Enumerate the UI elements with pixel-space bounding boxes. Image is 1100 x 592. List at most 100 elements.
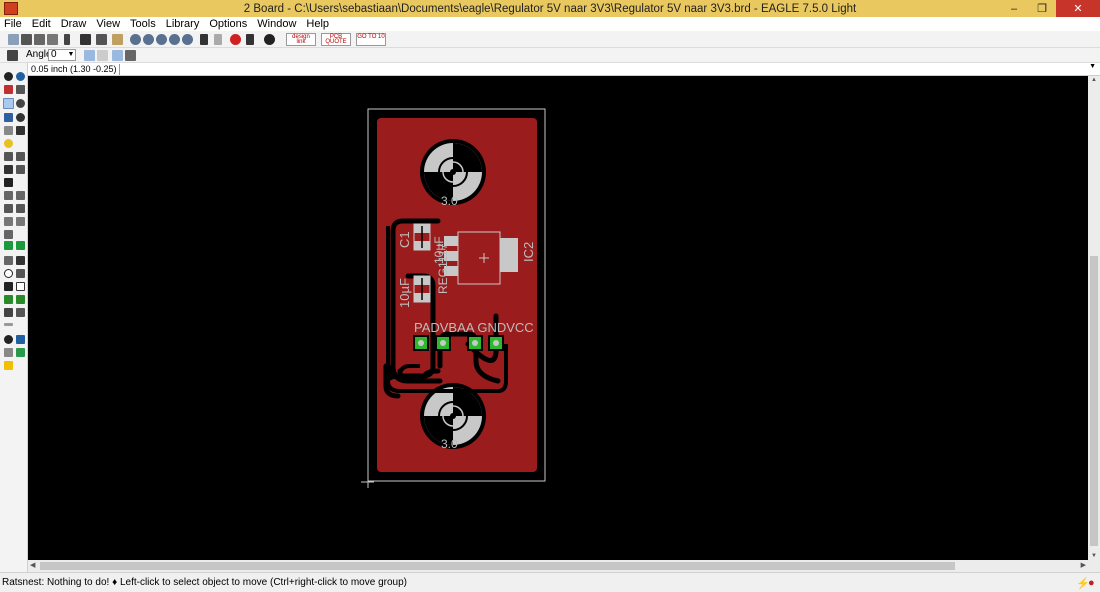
layer-icon[interactable] — [96, 34, 107, 45]
pinswap-icon[interactable] — [4, 165, 13, 174]
command-bar: 0.05 inch (1.30 -0.25) ▼ — [0, 63, 1100, 76]
cam-icon[interactable] — [47, 34, 58, 45]
stop-icon[interactable]: ● — [1088, 577, 1095, 589]
menu-edit[interactable]: Edit — [32, 18, 51, 30]
menu-help[interactable]: Help — [306, 18, 329, 30]
polygon-icon[interactable] — [16, 282, 25, 291]
run-ulp-icon[interactable] — [80, 34, 91, 45]
text-icon[interactable] — [16, 256, 25, 265]
vertical-scroll-thumb[interactable] — [1090, 256, 1098, 546]
maximize-button[interactable]: ❐ — [1028, 0, 1056, 17]
menu-tools[interactable]: Tools — [130, 18, 156, 30]
spin-tool-icon[interactable] — [16, 113, 25, 122]
chevron-down-icon[interactable]: ▼ — [1091, 553, 1097, 559]
stop-icon[interactable] — [230, 34, 241, 45]
board-icon[interactable] — [112, 34, 123, 45]
circle-icon[interactable] — [4, 269, 13, 278]
chevron-down-icon[interactable]: ▼ — [1089, 63, 1096, 70]
drc-icon[interactable] — [16, 348, 25, 357]
menu-view[interactable]: View — [96, 18, 120, 30]
zoom-redraw-icon[interactable] — [169, 34, 180, 45]
replace-icon[interactable] — [16, 165, 25, 174]
route-icon[interactable] — [4, 217, 13, 226]
auto-icon[interactable] — [16, 335, 25, 344]
help-icon[interactable] — [264, 34, 275, 45]
chevron-down-icon[interactable]: ▼ — [66, 49, 76, 61]
erc-icon[interactable] — [4, 348, 13, 357]
display-icon[interactable] — [4, 85, 13, 94]
horizontal-scrollbar[interactable]: ◀ ▶ — [28, 560, 1088, 572]
rect-icon[interactable] — [4, 282, 13, 291]
pcb-drawing[interactable]: 3.0 3.0 C1 10µF 10µF REG1117 IC2 PADVBAA… — [28, 76, 1088, 560]
close-button[interactable]: ✕ — [1056, 0, 1100, 17]
ratio-icon[interactable] — [112, 50, 123, 61]
add-icon[interactable] — [16, 152, 25, 161]
command-input[interactable] — [122, 64, 1090, 75]
change-icon[interactable] — [16, 126, 25, 135]
delete-icon[interactable] — [4, 152, 13, 161]
menu-file[interactable]: File — [4, 18, 22, 30]
lock-icon[interactable] — [4, 178, 13, 187]
move-icon[interactable] — [3, 98, 14, 109]
show-icon[interactable] — [16, 72, 25, 81]
horizontal-scroll-thumb[interactable] — [40, 562, 955, 570]
eagle-window: 2 Board - C:\Users\sebastiaan\Documents\… — [0, 0, 1100, 592]
undo-icon[interactable] — [200, 34, 208, 45]
autorouter-icon[interactable] — [16, 241, 25, 250]
dimension-icon[interactable] — [16, 308, 25, 317]
menu-window[interactable]: Window — [257, 18, 296, 30]
paste-icon[interactable] — [4, 139, 13, 148]
ripup-icon[interactable] — [16, 217, 25, 226]
menu-bar: File Edit Draw View Tools Library Option… — [0, 17, 1100, 31]
line-icon[interactable] — [4, 256, 13, 265]
zoom-select-icon[interactable] — [182, 34, 193, 45]
chevron-left-icon[interactable]: ◀ — [30, 561, 35, 569]
info-icon[interactable] — [4, 72, 13, 81]
minimize-button[interactable]: – — [1000, 0, 1028, 17]
menu-draw[interactable]: Draw — [61, 18, 87, 30]
arc-icon[interactable] — [16, 269, 25, 278]
save-icon[interactable] — [21, 34, 32, 45]
scroll-corner — [1088, 560, 1100, 572]
mirror-tool-icon[interactable] — [4, 113, 13, 122]
menu-library[interactable]: Library — [166, 18, 200, 30]
hole-icon[interactable] — [16, 295, 25, 304]
vertical-scrollbar[interactable]: ▲ ▼ — [1088, 76, 1100, 560]
hole-bottom-label: 3.0 — [441, 437, 458, 451]
design-link-button[interactable]: design link — [286, 33, 316, 46]
grid-icon[interactable] — [7, 50, 18, 61]
miter-icon[interactable] — [16, 191, 25, 200]
go-to-button[interactable]: GO TO 10 — [356, 33, 386, 46]
wire-icon[interactable] — [4, 230, 13, 239]
signal-icon[interactable] — [4, 241, 13, 250]
ratsnest-icon[interactable] — [4, 335, 13, 344]
hole-top-label: 3.0 — [441, 194, 458, 208]
group-icon[interactable] — [4, 126, 13, 135]
mirror-icon[interactable] — [84, 50, 95, 61]
redo-icon[interactable] — [214, 34, 222, 45]
split-icon[interactable] — [4, 204, 13, 213]
zoom-in-icon[interactable] — [143, 34, 154, 45]
menu-options[interactable]: Options — [209, 18, 247, 30]
pcb-quote-button[interactable]: PCB QUOTE — [321, 33, 351, 46]
script-icon[interactable] — [64, 34, 70, 45]
separator-icon — [4, 323, 13, 326]
attribute-icon[interactable] — [4, 308, 13, 317]
zoom-fit-icon[interactable] — [130, 34, 141, 45]
via-icon[interactable] — [4, 295, 13, 304]
open-icon[interactable] — [8, 34, 19, 45]
zoom-out-icon[interactable] — [156, 34, 167, 45]
optimize-icon[interactable] — [16, 204, 25, 213]
align-icon[interactable] — [125, 50, 136, 61]
chevron-right-icon[interactable]: ▶ — [1081, 561, 1086, 569]
errors-icon[interactable] — [4, 361, 13, 370]
chevron-up-icon[interactable]: ▲ — [1091, 77, 1097, 83]
smash-icon[interactable] — [4, 191, 13, 200]
print-icon[interactable] — [34, 34, 45, 45]
board-canvas[interactable]: 3.0 3.0 C1 10µF 10µF REG1117 IC2 PADVBAA… — [28, 76, 1088, 560]
mark-icon[interactable] — [16, 85, 25, 94]
spin-icon[interactable] — [97, 50, 108, 61]
coordinate-display: 0.05 inch (1.30 -0.25) — [28, 64, 120, 75]
go-icon[interactable] — [246, 34, 254, 45]
rotate-icon[interactable] — [16, 99, 25, 108]
